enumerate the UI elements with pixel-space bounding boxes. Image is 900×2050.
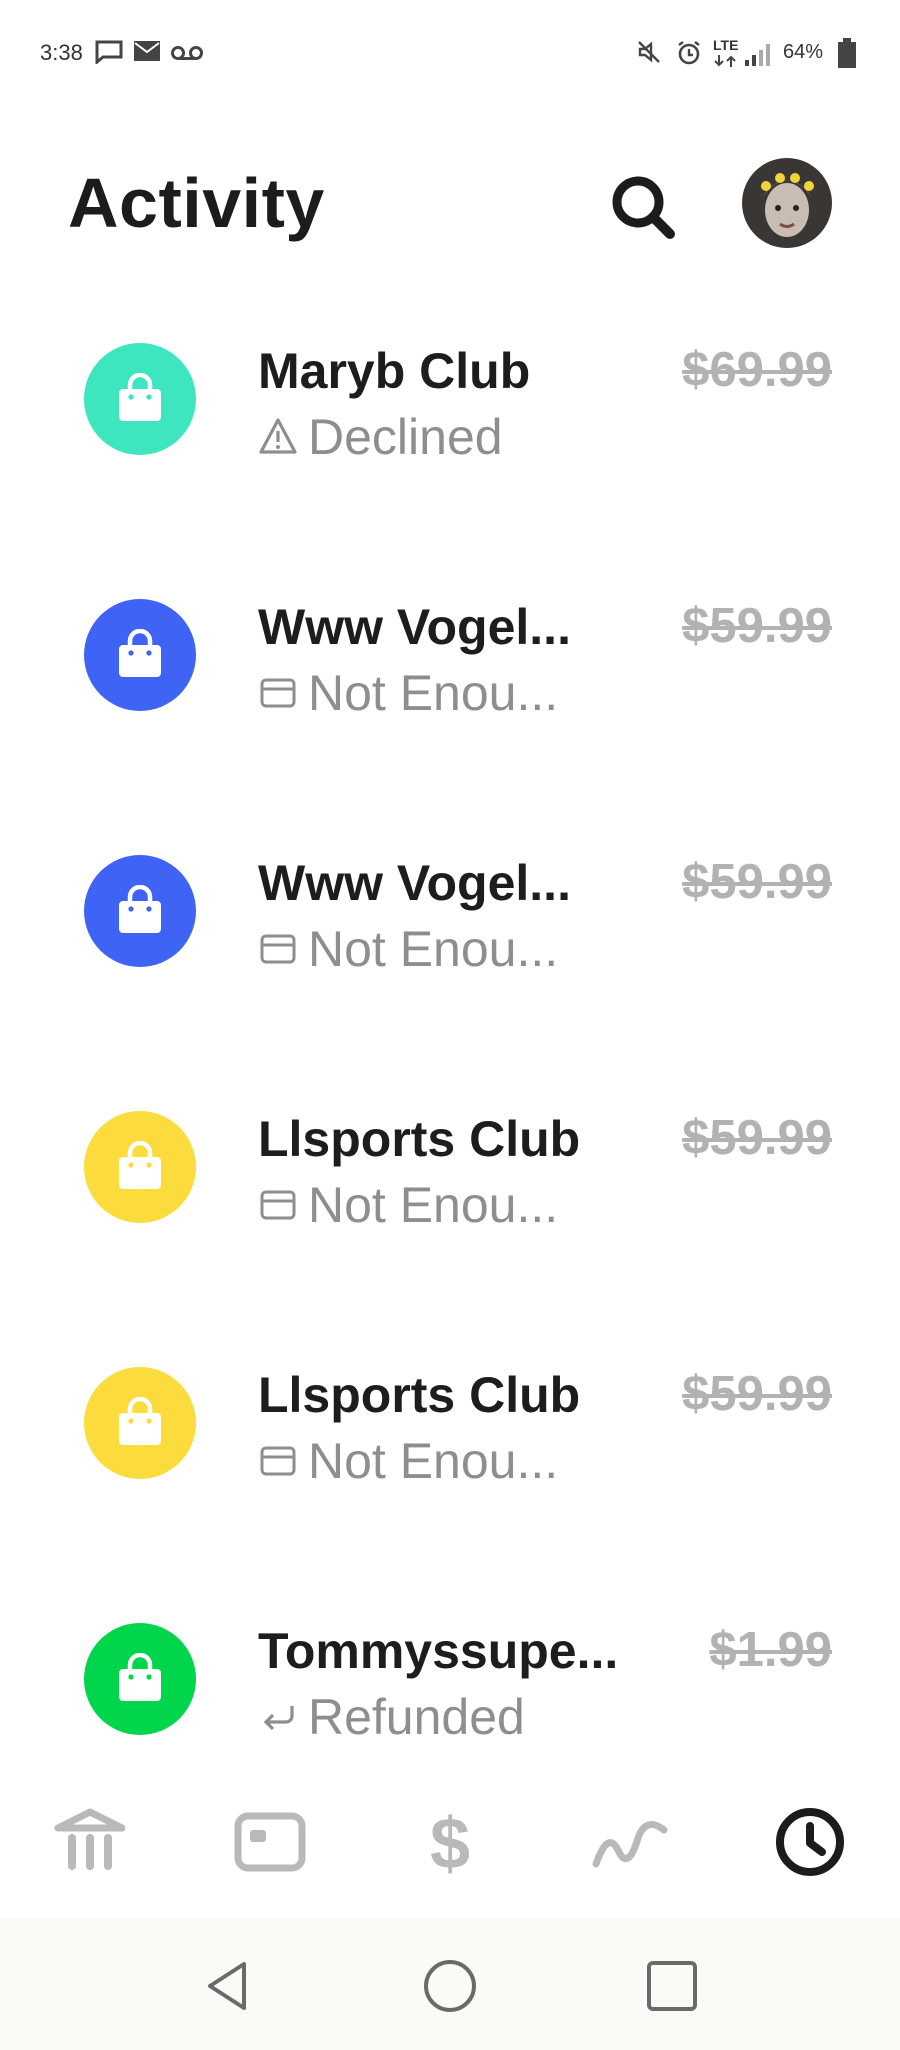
- merchant-name: Tommyssupe...: [258, 1623, 619, 1679]
- status-text: Declined: [308, 409, 503, 465]
- status-text: Not Enou...: [308, 665, 559, 721]
- back-button[interactable]: [198, 1956, 258, 2016]
- transaction-status: Refunded: [258, 1688, 525, 1745]
- alarm-icon: [678, 41, 700, 65]
- warning-icon: [259, 418, 297, 454]
- amount: $59.99: [682, 599, 832, 653]
- shopping-bag-icon: [119, 373, 161, 421]
- merchant-icon: [84, 1111, 196, 1223]
- amount: $59.99: [682, 1111, 832, 1165]
- shopping-bag-icon: [119, 1653, 161, 1701]
- transaction-status: Not Enou...: [258, 1176, 559, 1233]
- amount: $59.99: [682, 855, 832, 909]
- card-icon: [260, 1446, 296, 1476]
- back-triangle-icon: [208, 1962, 246, 2010]
- merchant-name: Www Vogel...: [258, 855, 571, 911]
- amount: $59.99: [682, 1367, 832, 1421]
- status-text: Not Enou...: [308, 921, 559, 977]
- merchant-icon: [84, 1623, 196, 1735]
- activity-row[interactable]: Www Vogel... Not Enou... $59.99: [0, 812, 900, 1068]
- transaction-status: Declined: [258, 408, 503, 465]
- card-icon: [260, 678, 296, 708]
- activity-clock-icon: [776, 1808, 844, 1876]
- activity-row[interactable]: Www Vogel... Not Enou... $59.99: [0, 556, 900, 812]
- status-bar: 3:38 LTE 64%: [0, 0, 900, 110]
- recents-square-icon: [647, 1961, 697, 2011]
- activity-row[interactable]: Llsports Club Not Enou... $59.99: [0, 1068, 900, 1324]
- tab-banking[interactable]: [50, 1802, 130, 1882]
- amount: $1.99: [709, 1623, 832, 1677]
- mail-icon: [134, 41, 160, 61]
- status-text: Not Enou...: [308, 1433, 559, 1489]
- page-title: Activity: [68, 164, 325, 242]
- home-button[interactable]: [420, 1956, 480, 2016]
- merchant-icon: [84, 1367, 196, 1479]
- network-type: LTE: [713, 37, 739, 53]
- transaction-status: Not Enou...: [258, 664, 559, 721]
- status-time: 3:38: [40, 40, 83, 65]
- tab-investing[interactable]: [590, 1802, 670, 1882]
- message-icon: [95, 40, 123, 64]
- bank-icon: [54, 1808, 126, 1870]
- shopping-bag-icon: [119, 629, 161, 677]
- tab-bar: $: [0, 1780, 900, 1910]
- battery-percent: 64%: [783, 41, 824, 63]
- dollar-icon: $: [430, 1804, 470, 1884]
- shopping-bag-icon: [119, 1397, 161, 1445]
- merchant-icon: [84, 599, 196, 711]
- refund-arrow-icon: [263, 1706, 294, 1731]
- recents-button[interactable]: [642, 1956, 702, 2016]
- card-icon: [260, 1190, 296, 1220]
- svg-text:$: $: [430, 1804, 470, 1882]
- home-circle-icon: [424, 1960, 476, 2012]
- shopping-bag-icon: [119, 885, 161, 933]
- data-arrows-icon: [714, 55, 736, 67]
- shopping-bag-icon: [119, 1141, 161, 1189]
- tab-activity[interactable]: [770, 1802, 850, 1882]
- status-text: Refunded: [308, 1689, 525, 1745]
- search-button[interactable]: [608, 172, 678, 242]
- status-text: Not Enou...: [308, 1177, 559, 1233]
- merchant-name: Www Vogel...: [258, 599, 571, 655]
- system-navigation-bar: [0, 1918, 900, 2050]
- signal-icon: [745, 44, 770, 66]
- tab-cash[interactable]: $: [410, 1802, 490, 1884]
- avatar-photo: [742, 158, 832, 248]
- card-icon: [234, 1812, 306, 1872]
- voicemail-icon: [171, 46, 203, 60]
- search-icon: [612, 176, 675, 239]
- card-icon: [260, 934, 296, 964]
- transaction-status: Not Enou...: [258, 920, 559, 977]
- activity-row[interactable]: Maryb Club Declined $69.99: [0, 300, 900, 556]
- tab-card[interactable]: [230, 1802, 310, 1882]
- battery-icon: [838, 38, 856, 68]
- mute-icon: [638, 41, 660, 63]
- activity-row[interactable]: Llsports Club Not Enou... $59.99: [0, 1324, 900, 1580]
- merchant-icon: [84, 855, 196, 967]
- profile-avatar[interactable]: [742, 158, 832, 248]
- transaction-status: Not Enou...: [258, 1432, 559, 1489]
- merchant-name: Llsports Club: [258, 1367, 581, 1423]
- merchant-icon: [84, 343, 196, 455]
- investing-icon: [592, 1821, 668, 1868]
- amount: $69.99: [682, 343, 832, 397]
- merchant-name: Llsports Club: [258, 1111, 581, 1167]
- merchant-name: Maryb Club: [258, 343, 531, 399]
